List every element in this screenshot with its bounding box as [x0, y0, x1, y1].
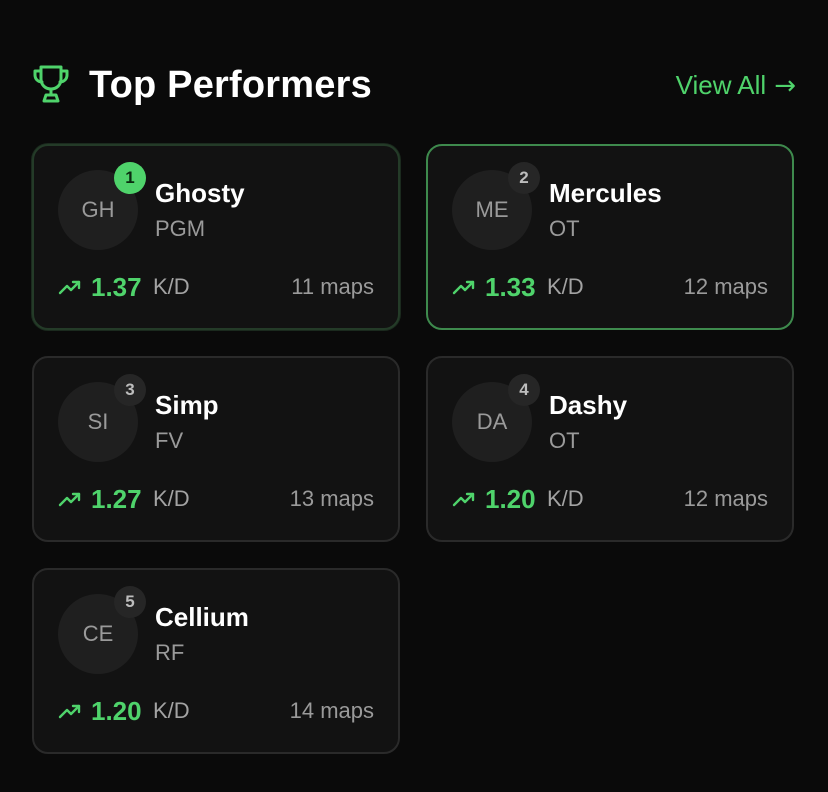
performer-card[interactable]: DA 4 Dashy OT 1.20 K/D 12 maps [426, 356, 794, 542]
trending-up-icon [58, 704, 81, 719]
kd-value: 1.33 [485, 272, 536, 302]
kd-value: 1.20 [485, 484, 536, 514]
player-name: Dashy [549, 390, 628, 420]
maps-count: 13 maps [289, 486, 374, 511]
page-title: Top Performers [89, 64, 372, 106]
team-name: PGM [155, 216, 206, 241]
performer-card[interactable]: SI 3 Simp FV 1.27 K/D 13 maps [32, 356, 400, 542]
team-name: RF [155, 640, 185, 665]
kd-label: K/D [547, 274, 584, 299]
kd-label: K/D [153, 698, 190, 723]
kd-label: K/D [153, 274, 190, 299]
kd-value: 1.37 [91, 272, 142, 302]
view-all-link[interactable]: View All → [676, 68, 796, 103]
performer-card[interactable]: ME 2 Mercules OT 1.33 K/D 12 maps [426, 144, 794, 330]
trophy-icon [33, 65, 69, 103]
player-name: Mercules [549, 178, 662, 208]
rank-badge: 1 [114, 162, 146, 194]
trending-up-icon [58, 492, 81, 507]
player-name: Cellium [155, 602, 249, 632]
kd-label: K/D [153, 486, 190, 511]
section-header: Top Performers View All → [32, 60, 796, 110]
team-name: OT [549, 216, 580, 241]
rank-badge: 2 [508, 162, 540, 194]
maps-count: 11 maps [291, 274, 374, 299]
maps-count: 14 maps [289, 698, 374, 723]
kd-value: 1.20 [91, 696, 142, 726]
trending-up-icon [58, 280, 81, 295]
kd-value: 1.27 [91, 484, 142, 514]
team-name: OT [549, 428, 580, 453]
team-name: FV [155, 428, 184, 453]
trending-up-icon [452, 280, 475, 295]
view-all-label[interactable]: View All [676, 70, 767, 100]
rank-badge: 4 [508, 374, 540, 406]
performer-card[interactable]: GH 1 Ghosty PGM 1.37 K/D 11 maps [32, 144, 400, 330]
player-name: Ghosty [155, 178, 245, 208]
player-name: Simp [155, 390, 219, 420]
rank-badge: 3 [114, 374, 146, 406]
kd-label: K/D [547, 486, 584, 511]
maps-count: 12 maps [683, 486, 768, 511]
rank-badge: 5 [114, 586, 146, 618]
trending-up-icon [452, 492, 475, 507]
performer-card[interactable]: CE 5 Cellium RF 1.20 K/D 14 maps [32, 568, 400, 754]
maps-count: 12 maps [683, 274, 768, 299]
arrow-right-icon: → [774, 71, 796, 101]
